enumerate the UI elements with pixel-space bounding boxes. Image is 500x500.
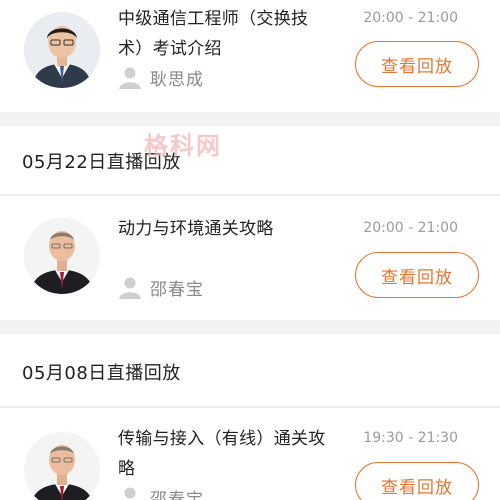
section-divider bbox=[0, 320, 500, 334]
teacher-name: 邵春宝 bbox=[150, 279, 204, 300]
course-card: 动力与环境通关攻略 邵春宝 20:00 - 21:00 查看回放 bbox=[0, 196, 500, 320]
teacher-name: 邵春宝 bbox=[150, 489, 204, 500]
course-card: 传输与接入（有线）通关攻 略 邵春宝 19:30 - 21:30 查看回放 bbox=[0, 408, 500, 500]
course-title: 中级通信工程师（交换技 术）考试介绍 bbox=[118, 9, 309, 59]
view-replay-button[interactable]: 查看回放 bbox=[355, 252, 479, 298]
course-time: 20:00 - 21:00 bbox=[363, 220, 458, 236]
watermark: 格科网 bbox=[144, 132, 222, 160]
view-replay-button[interactable]: 查看回放 bbox=[355, 462, 479, 500]
teacher-info: 邵春宝 bbox=[118, 274, 204, 300]
teacher-name: 耿思成 bbox=[150, 69, 204, 90]
section-header: 05月22日直播回放 bbox=[0, 126, 500, 194]
teacher-avatar bbox=[24, 218, 100, 294]
section-divider bbox=[0, 112, 500, 126]
course-card: 中级通信工程师（交换技 术）考试介绍 耿思成 20:00 - 21:00 查看回… bbox=[0, 0, 500, 112]
course-time: 20:00 - 21:00 bbox=[363, 10, 458, 26]
teacher-info: 邵春宝 bbox=[118, 484, 204, 500]
teacher-avatar bbox=[24, 432, 100, 500]
course-time: 19:30 - 21:30 bbox=[363, 430, 458, 446]
person-icon bbox=[119, 277, 141, 299]
view-replay-button[interactable]: 查看回放 bbox=[355, 41, 479, 87]
section-header: 05月08日直播回放 bbox=[0, 334, 500, 406]
teacher-avatar bbox=[24, 12, 100, 88]
section-title: 05月08日直播回放 bbox=[22, 363, 181, 384]
person-icon bbox=[119, 67, 141, 89]
person-icon bbox=[124, 487, 136, 499]
course-title: 动力与环境通关攻略 bbox=[118, 219, 274, 239]
teacher-info: 耿思成 bbox=[118, 64, 204, 90]
course-title: 传输与接入（有线）通关攻 略 bbox=[118, 429, 326, 479]
